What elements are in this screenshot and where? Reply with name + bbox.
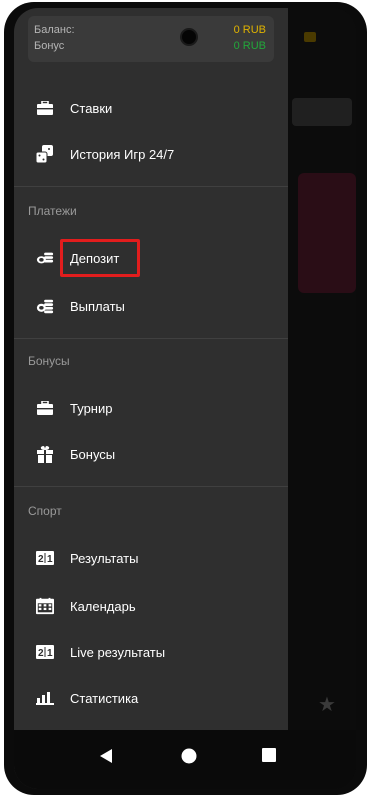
screen: ★ Баланс: 0 RUB Бонус 0 RUB Ставки Истор… (14, 8, 356, 789)
star-icon: ★ (318, 694, 336, 716)
divider (14, 186, 288, 187)
menu-item-results[interactable]: 21 Результаты (14, 538, 288, 578)
front-camera (180, 28, 198, 46)
menu-item-label: Live результаты (70, 644, 166, 660)
menu-item-label: Ставки (70, 100, 113, 116)
coins-icon (36, 249, 54, 267)
briefcase-icon (36, 399, 54, 417)
phone-frame: ★ Баланс: 0 RUB Бонус 0 RUB Ставки Истор… (4, 2, 367, 795)
menu-item-label: Выплаты (70, 298, 125, 314)
divider (14, 338, 288, 339)
background-banner (292, 98, 352, 126)
menu-item-deposit[interactable]: Депозит (14, 238, 288, 278)
bar-chart-icon (36, 689, 54, 707)
menu-item-live-results[interactable]: 21 Live результаты (14, 632, 288, 672)
navigation-drawer: Баланс: 0 RUB Бонус 0 RUB Ставки История… (14, 8, 288, 789)
gift-icon (36, 445, 54, 463)
divider (14, 486, 288, 487)
svg-text:1: 1 (47, 648, 53, 659)
background-badge (304, 32, 316, 42)
menu-item-bonuses[interactable]: Бонусы (14, 434, 288, 474)
scoreboard-icon: 21 (36, 549, 54, 567)
svg-text:2: 2 (38, 648, 44, 659)
system-navigation-bar (14, 730, 356, 789)
recents-button[interactable] (262, 748, 276, 767)
menu-item-tournament[interactable]: Турнир (14, 388, 288, 428)
menu-item-statistics[interactable]: Статистика (14, 678, 288, 718)
menu-item-bets[interactable]: Ставки (14, 88, 288, 128)
menu-item-history[interactable]: История Игр 24/7 (14, 134, 288, 174)
menu-item-label: Результаты (70, 550, 139, 566)
home-button[interactable] (181, 748, 197, 769)
section-header-sport: Спорт (28, 504, 62, 518)
background-promo-image (298, 173, 356, 293)
scoreboard-icon: 21 (36, 643, 54, 661)
balance-value: 0 RUB (233, 24, 266, 36)
coins-icon (36, 297, 54, 315)
menu-item-label: Статистика (70, 690, 139, 706)
section-header-bonuses: Бонусы (28, 354, 70, 368)
section-header-payments: Платежи (28, 204, 77, 218)
app-background-overlay[interactable]: ★ (288, 8, 356, 789)
menu-item-calendar[interactable]: Календарь (14, 586, 288, 626)
svg-text:1: 1 (47, 554, 53, 565)
menu-item-label: Бонусы (70, 446, 116, 462)
balance-panel: Баланс: 0 RUB Бонус 0 RUB (28, 16, 274, 62)
balance-label: Баланс: (34, 24, 75, 36)
highlight-box (60, 239, 140, 277)
dice-icon (36, 145, 54, 163)
bonus-value: 0 RUB (233, 40, 266, 52)
menu-item-payouts[interactable]: Выплаты (14, 286, 288, 326)
menu-item-label: История Игр 24/7 (70, 146, 175, 162)
menu-item-label: Календарь (70, 598, 136, 614)
briefcase-icon (36, 99, 54, 117)
back-button[interactable] (98, 748, 114, 769)
bonus-label: Бонус (34, 40, 65, 52)
calendar-icon (36, 597, 54, 615)
svg-text:2: 2 (38, 554, 44, 565)
menu-item-label: Турнир (70, 400, 113, 416)
